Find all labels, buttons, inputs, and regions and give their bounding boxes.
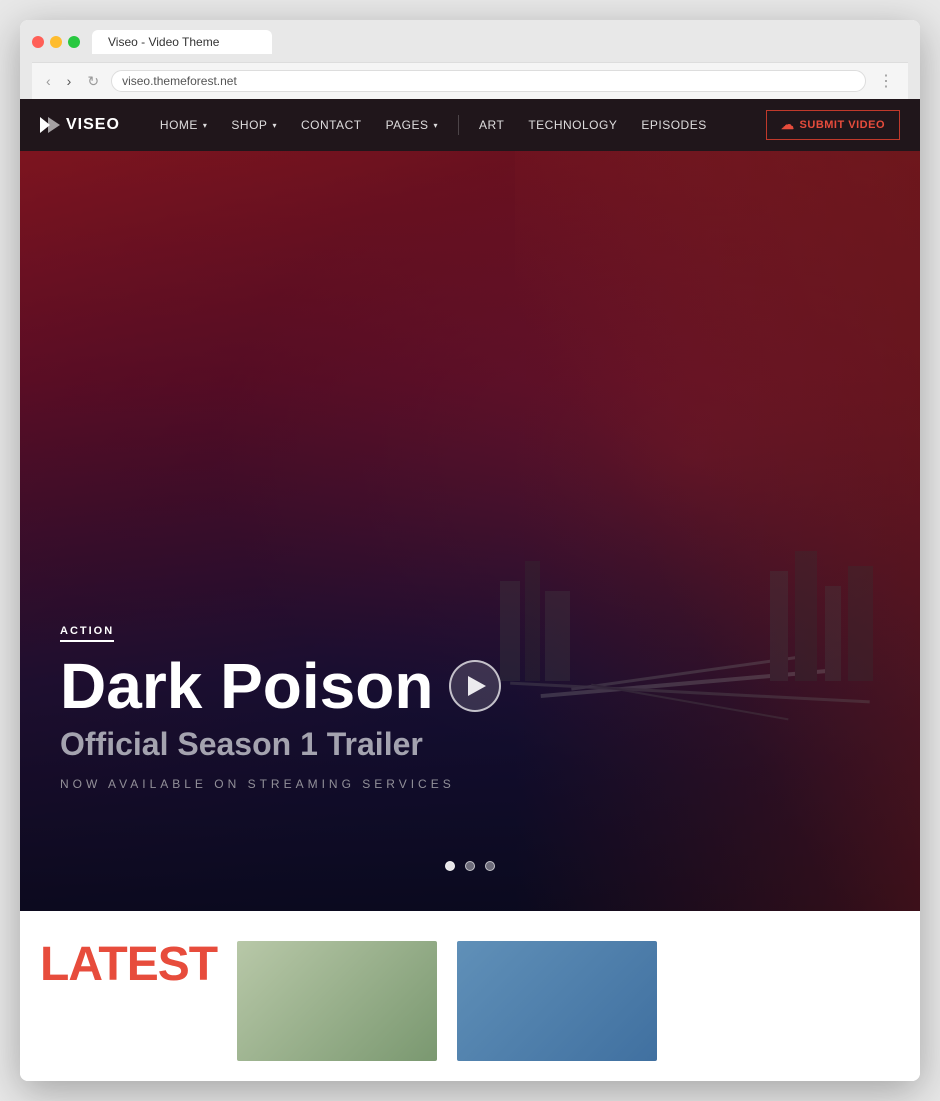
- browser-window: Viseo - Video Theme ‹ › ↻ viseo.themefor…: [20, 20, 920, 1081]
- nav-pages-label: PAGES: [386, 118, 429, 132]
- nav-technology-label: TECHNOLOGY: [528, 118, 617, 132]
- close-button[interactable]: [32, 36, 44, 48]
- hero-content: ACTION Dark Poison Official Season 1 Tra…: [60, 621, 501, 791]
- hero-title-text: Dark Poison: [60, 654, 433, 718]
- thumbnail-card-1[interactable]: [237, 941, 437, 1061]
- back-button[interactable]: ‹: [42, 72, 55, 90]
- logo[interactable]: VISEO: [40, 116, 120, 134]
- slide-dot-3[interactable]: [485, 861, 495, 871]
- nav-art-label: ART: [479, 118, 504, 132]
- nav-item-home[interactable]: HOME ▾: [150, 110, 218, 140]
- more-button[interactable]: ⋮: [874, 69, 898, 93]
- chevron-down-icon: ▾: [434, 121, 439, 130]
- genre-tag: ACTION: [60, 625, 114, 642]
- nav-item-pages[interactable]: PAGES ▾: [376, 110, 448, 140]
- below-fold-section: LATEST: [20, 911, 920, 1081]
- reload-button[interactable]: ↻: [83, 72, 103, 90]
- navigation-bar: VISEO HOME ▾ SHOP ▾ CONTACT PAGES ▾: [20, 99, 920, 151]
- hero-tagline: NOW AVAILABLE ON STREAMING SERVICES: [60, 777, 501, 791]
- browser-titlebar: Viseo - Video Theme: [32, 30, 908, 54]
- logo-text: VISEO: [66, 116, 120, 134]
- nav-episodes-label: EPISODES: [641, 118, 706, 132]
- hero-decoration: [490, 531, 890, 831]
- chevron-down-icon: ▾: [203, 121, 208, 130]
- logo-icon: [40, 117, 60, 133]
- latest-label: LATEST: [40, 941, 217, 989]
- maximize-button[interactable]: [68, 36, 80, 48]
- address-text: viseo.themeforest.net: [122, 74, 237, 88]
- hero-subtitle: Official Season 1 Trailer: [60, 726, 501, 763]
- hero-title: Dark Poison: [60, 654, 501, 718]
- nav-item-shop[interactable]: SHOP ▾: [221, 110, 287, 140]
- nav-item-art[interactable]: ART: [469, 110, 514, 140]
- address-bar[interactable]: viseo.themeforest.net: [111, 70, 866, 92]
- website: VISEO HOME ▾ SHOP ▾ CONTACT PAGES ▾: [20, 99, 920, 1081]
- browser-tab[interactable]: Viseo - Video Theme: [92, 30, 272, 54]
- thumbnail-card-2[interactable]: [457, 941, 657, 1061]
- nav-divider: [458, 115, 459, 135]
- hero-section: ACTION Dark Poison Official Season 1 Tra…: [20, 151, 920, 911]
- nav-links: HOME ▾ SHOP ▾ CONTACT PAGES ▾ ART: [150, 110, 900, 140]
- browser-toolbar: ‹ › ↻ viseo.themeforest.net ⋮: [32, 62, 908, 99]
- nav-shop-label: SHOP: [231, 118, 267, 132]
- nav-home-label: HOME: [160, 118, 198, 132]
- minimize-button[interactable]: [50, 36, 62, 48]
- nav-item-contact[interactable]: CONTACT: [291, 110, 372, 140]
- play-icon: [468, 676, 486, 696]
- nav-item-episodes[interactable]: EPISODES: [631, 110, 716, 140]
- tab-title: Viseo - Video Theme: [108, 35, 219, 49]
- slide-dot-1[interactable]: [445, 861, 455, 871]
- nav-contact-label: CONTACT: [301, 118, 362, 132]
- play-button[interactable]: [449, 660, 501, 712]
- forward-button[interactable]: ›: [63, 72, 76, 90]
- chevron-down-icon: ▾: [272, 121, 277, 130]
- slide-dot-2[interactable]: [465, 861, 475, 871]
- browser-chrome: Viseo - Video Theme ‹ › ↻ viseo.themefor…: [20, 20, 920, 99]
- cloud-upload-icon: ☁: [781, 117, 795, 133]
- submit-btn-label: Submit Video: [800, 119, 885, 131]
- submit-video-button[interactable]: ☁ Submit Video: [766, 110, 900, 140]
- traffic-lights: [32, 36, 80, 48]
- nav-item-technology[interactable]: TECHNOLOGY: [518, 110, 627, 140]
- slide-dots: [445, 861, 495, 871]
